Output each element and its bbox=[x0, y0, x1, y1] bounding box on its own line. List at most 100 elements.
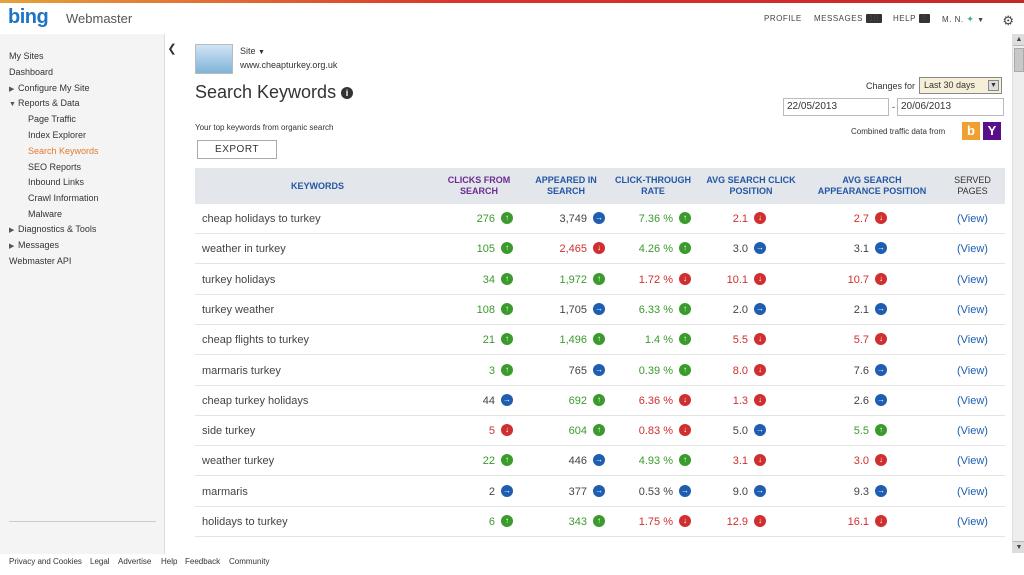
table-row: marmaris 2 → 377 → 0.53 % → 9.0 → 9.3 → (View) bbox=[195, 476, 1005, 507]
col-header-keywords[interactable]: KEYWORDS bbox=[195, 168, 440, 204]
expand-right-icon: ▶ bbox=[9, 243, 15, 250]
table-header: KEYWORDS CLICKS FROM SEARCH APPEARED IN SE… bbox=[195, 168, 1005, 204]
footer-link-community[interactable]: Community bbox=[229, 557, 269, 566]
trend-right-icon: → bbox=[875, 363, 887, 376]
table-row: turkey holidays 34 ↑ 1,972 ↑ 1.72 % ↓ 10.1 ↓ 10.7… bbox=[195, 264, 1005, 295]
appear-pos-cell: 9.3 bbox=[853, 485, 869, 498]
footer-link-feedback[interactable]: Feedback bbox=[185, 557, 220, 566]
appear-pos-cell: 5.7 bbox=[853, 334, 869, 347]
sidebar-item-reports[interactable]: ▼ Reports & Data bbox=[9, 98, 80, 108]
sidebar: My Sites Dashboard ▶ Configure My Site ▼ R… bbox=[0, 34, 165, 554]
date-from-input[interactable]: 22/05/2013 bbox=[783, 98, 889, 116]
top-bar: bing Webmaster PROFILE MESSAGES 10 HELP? … bbox=[0, 0, 1024, 34]
sidebar-item-inbound-links[interactable]: Inbound Links bbox=[28, 177, 84, 187]
trend-down-icon: ↓ bbox=[875, 454, 887, 467]
trend-down-icon: ↓ bbox=[875, 212, 887, 224]
expand-right-icon: ▶ bbox=[9, 86, 15, 93]
messages-label: MESSAGES bbox=[814, 14, 863, 23]
trend-down-icon: ↓ bbox=[875, 515, 887, 527]
profile-link[interactable]: PROFILE bbox=[764, 14, 802, 23]
date-separator: - bbox=[892, 102, 895, 112]
sidebar-item-seo-reports[interactable]: SEO Reports bbox=[28, 162, 81, 172]
appear-pos-cell: 7.6 bbox=[853, 364, 869, 377]
expand-right-icon: ▶ bbox=[9, 227, 15, 234]
changes-period-select[interactable]: Last 30 days ▼ bbox=[919, 77, 1002, 94]
export-button[interactable]: EXPORT bbox=[197, 140, 277, 159]
user-menu[interactable]: M. N. ✦ ▼ bbox=[942, 14, 985, 25]
vertical-scrollbar[interactable]: ▲ ▼ bbox=[1012, 34, 1024, 553]
messages-count-badge: 10 bbox=[865, 14, 882, 23]
sidebar-item-label: Diagnostics & Tools bbox=[18, 224, 97, 234]
sidebar-item-messages[interactable]: ▶ Messages bbox=[9, 240, 59, 250]
view-pages-link[interactable]: (View) bbox=[940, 265, 1005, 295]
help-label: HELP bbox=[893, 14, 916, 23]
chevron-down-icon: ▼ bbox=[977, 17, 985, 24]
col-header-ctr[interactable]: CLICK-THROUGH RATE bbox=[607, 168, 699, 204]
sidebar-item-configure[interactable]: ▶ Configure My Site bbox=[9, 83, 90, 93]
help-badge: ? bbox=[918, 14, 930, 23]
view-pages-link[interactable]: (View) bbox=[940, 507, 1005, 537]
view-pages-link[interactable]: (View) bbox=[940, 446, 1005, 476]
table-row: cheap holidays to turkey 276 ↑ 3,749 → 7.36 %… bbox=[195, 204, 1005, 234]
view-pages-link[interactable]: (View) bbox=[940, 386, 1005, 416]
table-row: weather turkey 22 ↑ 446 → 4.93 % ↑ 3.1 ↓ 3.0 ↓ (Vie… bbox=[195, 446, 1005, 477]
info-icon[interactable]: i bbox=[341, 87, 353, 99]
yahoo-source-icon: Y bbox=[983, 122, 1001, 140]
col-header-clicks[interactable]: CLICKS FROM SEARCH bbox=[440, 168, 518, 204]
table-row: marmaris turkey 3 ↑ 765 → 0.39 % ↑ 8.0 ↓ 7.6 → (Vie… bbox=[195, 355, 1005, 386]
sidebar-item-page-traffic[interactable]: Page Traffic bbox=[28, 114, 76, 124]
view-pages-link[interactable]: (View) bbox=[940, 477, 1005, 507]
bing-logo[interactable]: bing bbox=[8, 6, 49, 29]
sidebar-item-diagnostics[interactable]: ▶ Diagnostics & Tools bbox=[9, 224, 96, 234]
help-link[interactable]: HELP? bbox=[893, 14, 930, 23]
main-content: Site ▼ www.cheapturkey.org.uk Search Key… bbox=[180, 34, 1010, 553]
footer-link-advertise[interactable]: Advertise bbox=[118, 557, 151, 566]
appear-pos-cell: 2.7 bbox=[853, 213, 869, 225]
site-url: www.cheapturkey.org.uk bbox=[240, 60, 338, 70]
sidebar-item-index-explorer[interactable]: Index Explorer bbox=[28, 130, 86, 140]
trend-down-icon: ↓ bbox=[875, 333, 887, 346]
appear-pos-cell: 3.0 bbox=[853, 455, 869, 468]
user-name: M. N. bbox=[942, 15, 964, 24]
appear-pos-cell: 3.1 bbox=[853, 243, 869, 256]
col-header-click-position[interactable]: AVG SEARCH CLICK POSITION bbox=[699, 168, 803, 204]
scroll-thumb[interactable] bbox=[1014, 48, 1024, 72]
sidebar-item-my-sites[interactable]: My Sites bbox=[9, 51, 44, 61]
sidebar-item-malware[interactable]: Malware bbox=[28, 209, 62, 219]
trend-right-icon: → bbox=[875, 302, 887, 315]
collapse-sidebar-icon[interactable]: ❮ bbox=[165, 42, 179, 55]
messages-link[interactable]: MESSAGES 10 bbox=[814, 14, 882, 23]
sidebar-item-search-keywords[interactable]: Search Keywords bbox=[28, 146, 99, 156]
changes-period-value: Last 30 days bbox=[924, 80, 976, 90]
gear-icon[interactable]: ⚙ bbox=[1002, 13, 1014, 29]
view-pages-link[interactable]: (View) bbox=[940, 356, 1005, 386]
view-pages-link[interactable]: (View) bbox=[940, 325, 1005, 355]
combined-traffic-label: Combined traffic data from bbox=[851, 127, 946, 136]
appear-pos-cell: 2.6 bbox=[853, 394, 869, 407]
view-pages-link[interactable]: (View) bbox=[940, 204, 1005, 234]
col-header-appeared[interactable]: APPEARED IN SEARCH bbox=[525, 168, 607, 204]
dropdown-arrow-icon: ▼ bbox=[988, 80, 999, 91]
footer: Privacy and Cookies Legal Advertise Help… bbox=[0, 555, 1024, 575]
footer-link-legal[interactable]: Legal bbox=[90, 557, 110, 566]
trend-right-icon: → bbox=[875, 242, 887, 255]
view-pages-link[interactable]: (View) bbox=[940, 234, 1005, 264]
sidebar-item-dashboard[interactable]: Dashboard bbox=[9, 67, 53, 77]
appear-pos-cell: 10.7 bbox=[847, 273, 869, 286]
view-pages-link[interactable]: (View) bbox=[940, 295, 1005, 325]
footer-link-help[interactable]: Help bbox=[161, 557, 177, 566]
view-pages-link[interactable]: (View) bbox=[940, 416, 1005, 446]
table-row: turkey weather 108 ↑ 1,705 → 6.33 % ↑ 2.0 → 2.1 →(… bbox=[195, 294, 1005, 325]
col-header-appearance-position[interactable]: AVG SEARCH APPEARANCE POSITION bbox=[805, 168, 939, 204]
trend-right-icon: → bbox=[875, 393, 887, 406]
sidebar-item-webmaster-api[interactable]: Webmaster API bbox=[9, 256, 71, 266]
date-to-input[interactable]: 20/06/2013 bbox=[897, 98, 1004, 116]
sidebar-item-crawl-information[interactable]: Crawl Information bbox=[28, 193, 99, 203]
changes-label: Changes for bbox=[866, 81, 916, 91]
bing-source-icon: b bbox=[962, 122, 980, 140]
scroll-down-icon[interactable]: ▼ bbox=[1013, 541, 1024, 553]
appear-pos-cell: 5.5 bbox=[853, 425, 869, 438]
site-selector[interactable]: Site ▼ bbox=[240, 46, 265, 56]
footer-link-privacy[interactable]: Privacy and Cookies bbox=[9, 557, 82, 566]
scroll-up-icon[interactable]: ▲ bbox=[1013, 34, 1024, 46]
